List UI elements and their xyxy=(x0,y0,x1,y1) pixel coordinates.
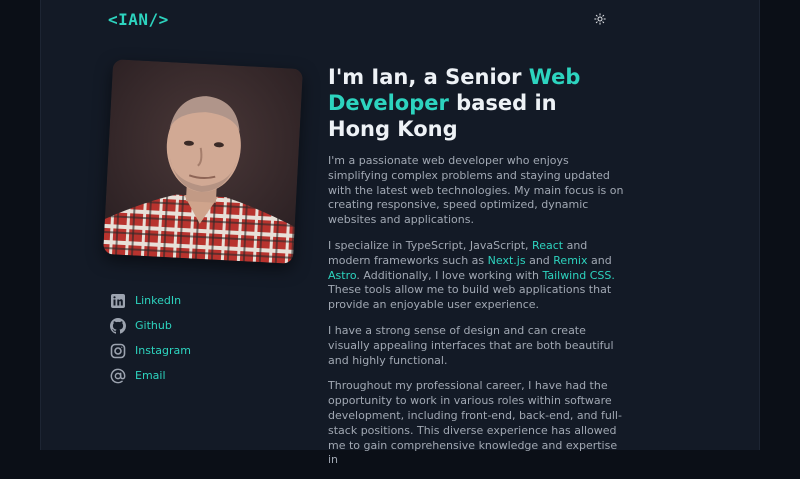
nextjs-link[interactable]: Next.js xyxy=(488,254,526,267)
p2-text-d: and xyxy=(587,253,612,267)
social-links: LinkedIn Github Instagram Email xyxy=(110,288,191,388)
github-link[interactable]: Github xyxy=(135,319,172,332)
at-sign-icon xyxy=(110,368,126,384)
tailwind-link[interactable]: Tailwind CSS. xyxy=(542,269,614,282)
site-logo[interactable]: <IAN/> xyxy=(108,10,169,29)
linkedin-link[interactable]: LinkedIn xyxy=(135,294,181,307)
email-link[interactable]: Email xyxy=(135,369,166,382)
sun-icon xyxy=(594,13,606,25)
remix-link[interactable]: Remix xyxy=(553,254,587,267)
astro-link[interactable]: Astro xyxy=(328,269,356,282)
social-item-email: Email xyxy=(110,363,191,388)
react-link[interactable]: React xyxy=(532,239,563,252)
instagram-icon xyxy=(110,343,126,359)
title-part-1: I'm Ian, a Senior xyxy=(328,65,529,89)
social-item-linkedin: LinkedIn xyxy=(110,288,191,313)
github-icon xyxy=(110,317,126,334)
social-item-github: Github xyxy=(110,313,191,338)
social-item-instagram: Instagram xyxy=(110,338,191,363)
profile-photo xyxy=(103,59,303,264)
about-paragraph-3: I have a strong sense of design and can … xyxy=(328,323,614,367)
p2-text-e: . Additionally, I love working with xyxy=(356,268,543,282)
instagram-link[interactable]: Instagram xyxy=(135,344,191,357)
p2-text-f: These tools allow me to build web applic… xyxy=(328,283,612,312)
theme-toggle-button[interactable] xyxy=(592,11,608,27)
about-section: I'm Ian, a Senior Web Developer based in… xyxy=(328,64,624,479)
about-paragraph-1: I'm a passionate web developer who enjoy… xyxy=(328,154,624,227)
linkedin-icon xyxy=(110,293,126,309)
p2-text-a: I specialize in TypeScript, JavaScript, xyxy=(328,238,533,252)
page-title: I'm Ian, a Senior Web Developer based in… xyxy=(328,64,624,142)
p2-text-c: and xyxy=(525,253,554,267)
about-paragraph-4: Throughout my professional career, I hav… xyxy=(328,379,622,467)
about-paragraph-2: I specialize in TypeScript, JavaScript, … xyxy=(328,239,624,313)
